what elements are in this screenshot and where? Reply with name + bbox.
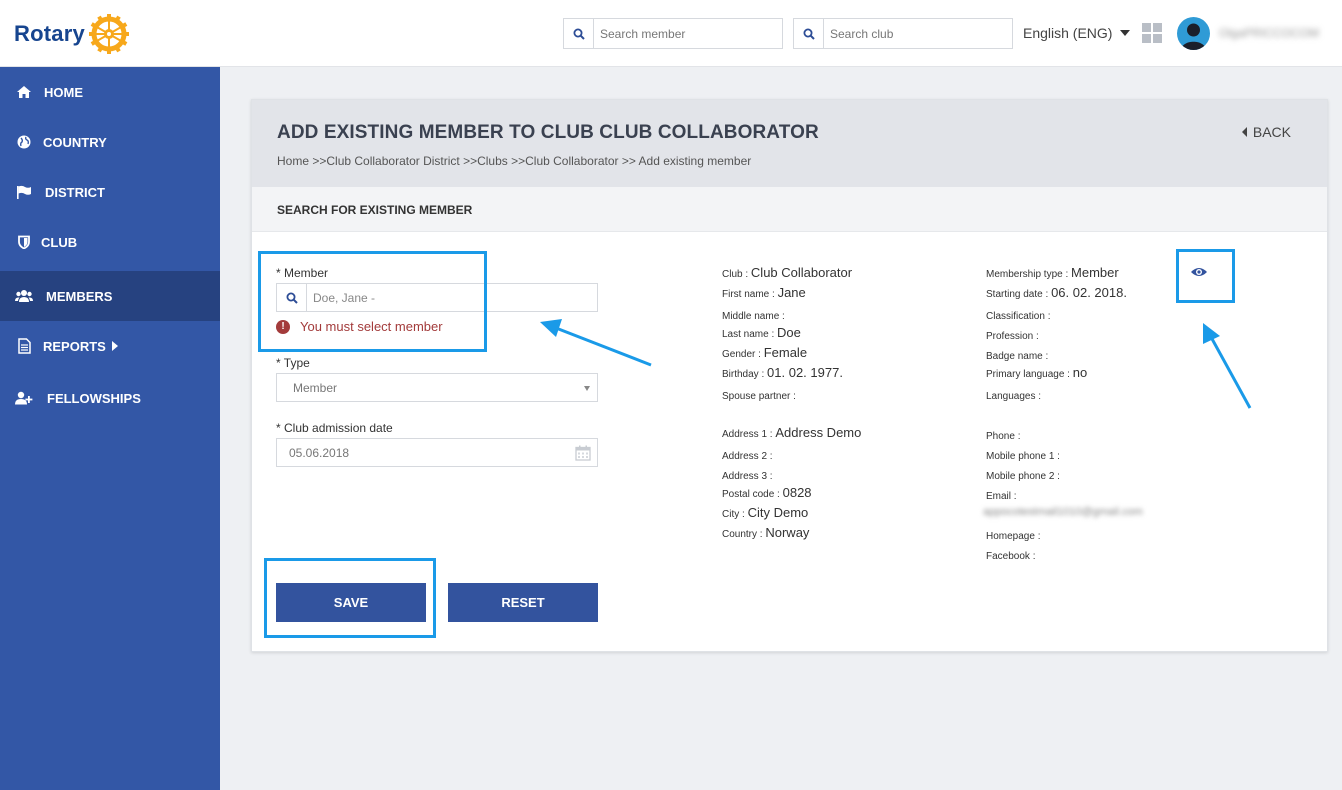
detail-phone: Phone : xyxy=(986,431,1021,442)
admission-date-field xyxy=(276,438,598,467)
detail-first-name: First name : Jane xyxy=(722,285,806,300)
user-plus-icon xyxy=(15,389,33,407)
avatar[interactable] xyxy=(1177,17,1210,50)
calendar-icon[interactable] xyxy=(575,445,591,461)
member-label: * Member xyxy=(276,266,329,280)
detail-mobile-phone-1: Mobile phone 1 : xyxy=(986,451,1060,462)
sidebar-item-fellowships[interactable]: FELLOWSHIPS xyxy=(0,373,220,423)
breadcrumb[interactable]: Home >>Club Collaborator District >>Club… xyxy=(277,154,751,168)
caret-left-icon xyxy=(1241,127,1247,137)
save-button[interactable]: SAVE xyxy=(276,583,426,622)
search-icon[interactable] xyxy=(564,19,594,48)
detail-languages: Languages : xyxy=(986,391,1042,402)
rotary-logo[interactable]: Rotary xyxy=(14,12,131,56)
rotary-wheel-icon xyxy=(88,14,129,54)
home-icon xyxy=(15,83,33,101)
type-select[interactable]: Member xyxy=(276,373,598,402)
detail-club: Club : Club Collaborator xyxy=(722,265,853,280)
detail-badge-name: Badge name : xyxy=(986,351,1049,362)
sidebar-item-home[interactable]: HOME xyxy=(0,67,220,117)
admission-date-label: * Club admission date xyxy=(276,421,393,435)
sidebar-item-club[interactable]: CLUB xyxy=(0,217,220,267)
page-title: ADD EXISTING MEMBER TO CLUB CLUB COLLABO… xyxy=(277,122,819,143)
sidebar-item-label: FELLOWSHIPS xyxy=(47,390,141,406)
username[interactable]: OlgaPRICCOCOM xyxy=(1219,26,1319,40)
detail-middle-name: Middle name : xyxy=(722,311,785,322)
caret-right-icon xyxy=(111,341,118,351)
detail-facebook: Facebook : xyxy=(986,551,1036,562)
reset-button[interactable]: RESET xyxy=(448,583,598,622)
caret-down-icon xyxy=(1120,30,1131,36)
search-icon[interactable] xyxy=(277,284,307,311)
member-error: ! You must select member xyxy=(276,319,443,334)
sidebar-item-reports[interactable]: REPORTS xyxy=(0,321,220,371)
section-header: SEARCH FOR EXISTING MEMBER xyxy=(252,187,1327,232)
user-silhouette-icon xyxy=(1181,23,1206,50)
sidebar-item-district[interactable]: DISTRICT xyxy=(0,167,220,217)
detail-gender: Gender : Female xyxy=(722,345,808,360)
section-title: SEARCH FOR EXISTING MEMBER xyxy=(277,203,473,217)
logo-text: Rotary xyxy=(14,21,85,46)
detail-last-name: Last name : Doe xyxy=(722,325,801,340)
detail-address-1: Address 1 : Address Demo xyxy=(722,425,862,440)
detail-classification: Classification : xyxy=(986,311,1051,322)
error-icon: ! xyxy=(276,319,290,334)
detail-mobile-phone-2: Mobile phone 2 : xyxy=(986,471,1060,482)
member-error-text: You must select member xyxy=(300,319,443,334)
sidebar-item-members[interactable]: MEMBERS xyxy=(0,271,220,321)
detail-address-3: Address 3 : xyxy=(722,471,773,482)
caret-down-icon xyxy=(584,386,590,391)
flag-icon xyxy=(15,183,33,201)
detail-address-2: Address 2 : xyxy=(722,451,773,462)
sidebar-item-label: CLUB xyxy=(41,234,78,250)
detail-city: City : City Demo xyxy=(722,505,809,520)
type-selected-value: Member xyxy=(293,381,338,395)
sidebar: HOME COUNTRY DISTRICT CLUB MEMBERS REPOR… xyxy=(0,67,220,790)
detail-country: Country : Norway xyxy=(722,525,810,540)
search-club-input[interactable] xyxy=(824,19,1012,48)
email-value: appocotestmail1010@gmail.com xyxy=(983,506,1143,518)
member-search-input[interactable] xyxy=(313,284,593,311)
top-bar: Rotary Search member Search club English… xyxy=(0,0,1342,67)
sidebar-item-label: REPORTS xyxy=(43,338,106,354)
type-label: * Type xyxy=(276,356,310,370)
language-selector[interactable]: English (ENG) xyxy=(1023,25,1131,41)
document-icon xyxy=(15,337,33,355)
sidebar-item-label: MEMBERS xyxy=(46,288,113,304)
card-header: ADD EXISTING MEMBER TO CLUB CLUB COLLABO… xyxy=(252,100,1327,187)
detail-spouse-partner: Spouse partner : xyxy=(722,391,796,402)
detail-postal-code: Postal code : 0828 xyxy=(722,485,812,500)
back-label: BACK xyxy=(1252,124,1291,140)
sidebar-item-label: HOME xyxy=(44,84,83,100)
search-member-input[interactable] xyxy=(594,19,782,48)
sidebar-item-country[interactable]: COUNTRY xyxy=(0,117,220,167)
sidebar-item-label: COUNTRY xyxy=(43,134,107,150)
member-field xyxy=(276,283,598,312)
back-button[interactable]: BACK xyxy=(1241,124,1291,140)
detail-primary-language: Primary language : no xyxy=(986,365,1088,380)
apps-grid-icon[interactable] xyxy=(1142,23,1162,43)
detail-membership-type: Membership type : Member xyxy=(986,265,1119,280)
globe-icon xyxy=(15,133,33,151)
language-label: English (ENG) xyxy=(1023,25,1113,41)
shield-icon xyxy=(15,233,33,251)
search-icon[interactable] xyxy=(794,19,824,48)
search-club-box xyxy=(793,18,1013,49)
search-member-box xyxy=(563,18,783,49)
detail-homepage: Homepage : xyxy=(986,531,1041,542)
users-icon xyxy=(15,287,33,305)
sidebar-item-label-wrap: REPORTS xyxy=(43,339,118,354)
detail-profession: Profession : xyxy=(986,331,1039,342)
admission-date-input[interactable] xyxy=(289,439,569,466)
detail-starting-date: Starting date : 06. 02. 2018. xyxy=(986,285,1127,300)
eye-icon[interactable] xyxy=(1190,265,1208,279)
sidebar-item-label: DISTRICT xyxy=(45,184,105,200)
detail-birthday: Birthday : 01. 02. 1977. xyxy=(722,365,843,380)
detail-email: Email : xyxy=(986,491,1017,502)
